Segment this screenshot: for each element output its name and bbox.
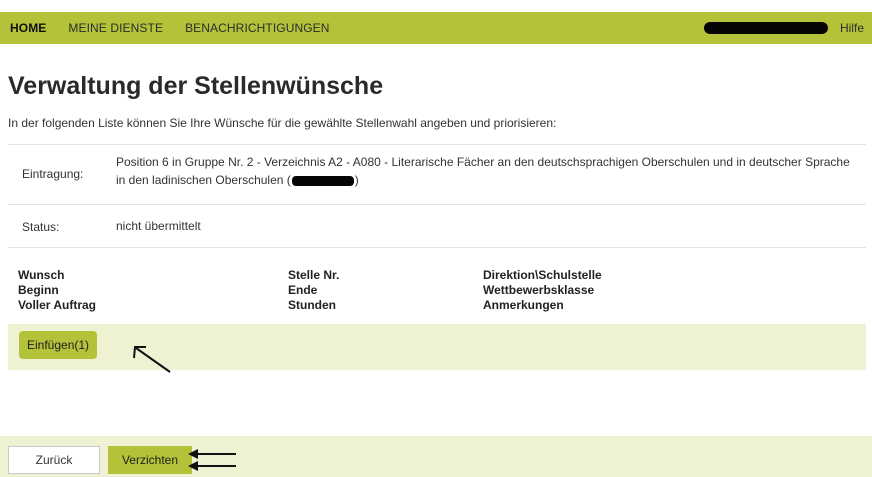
entry-value: Position 6 in Gruppe Nr. 2 - Verzeichnis…: [116, 153, 856, 189]
nav-my-services[interactable]: MEINE DIENSTE: [68, 21, 163, 35]
redacted-username: [703, 22, 828, 34]
page-subtitle: In der folgenden Liste können Sie Ihre W…: [8, 116, 557, 130]
page-title: Verwaltung der Stellenwünsche: [8, 72, 384, 100]
double-arrow-icon: [188, 449, 236, 471]
header-wish: Wunsch: [18, 268, 65, 282]
status-label: Status:: [22, 220, 60, 234]
header-column-1: Wunsch Beginn Voller Auftrag: [18, 268, 96, 313]
insert-button[interactable]: Einfügen(1): [19, 331, 98, 359]
nav-notifications[interactable]: BENACHRICHTIGUNGEN: [185, 21, 329, 35]
header-full-assignment: Voller Auftrag: [18, 298, 97, 312]
renounce-button[interactable]: Verzichten: [108, 446, 192, 474]
entry-value-text: Position 6 in Gruppe Nr. 2 - Verzeichnis…: [116, 155, 850, 187]
header-column-2: Stelle Nr. Ende Stunden: [288, 268, 339, 313]
entry-row: Eintragung: Position 6 in Gruppe Nr. 2 -…: [8, 144, 866, 204]
nav-home[interactable]: HOME: [10, 21, 46, 35]
header-hours: Stunden: [288, 298, 336, 312]
back-button[interactable]: Zurück: [8, 446, 100, 474]
header-column-3: Direktion\Schulstelle Wettbewerbsklasse …: [483, 268, 602, 313]
entry-value-closing: ): [354, 173, 359, 187]
pointer-arrow-icon: [133, 346, 171, 373]
header-position-number: Stelle Nr.: [288, 268, 340, 282]
status-value: nicht übermittelt: [116, 219, 201, 233]
status-row: Status: nicht übermittelt: [8, 204, 866, 248]
header-notes: Anmerkungen: [483, 298, 564, 312]
top-navigation-bar: HOME MEINE DIENSTE BENACHRICHTIGUNGEN Hi…: [0, 12, 872, 44]
header-school-directorate: Direktion\Schulstelle: [483, 268, 602, 282]
header-end: Ende: [288, 283, 318, 297]
redacted-entry-detail: [291, 175, 354, 186]
nav-help[interactable]: Hilfe: [840, 21, 864, 35]
header-competition-class: Wettbewerbsklasse: [483, 283, 595, 297]
header-start: Beginn: [18, 283, 59, 297]
entry-label: Eintragung:: [22, 167, 84, 181]
